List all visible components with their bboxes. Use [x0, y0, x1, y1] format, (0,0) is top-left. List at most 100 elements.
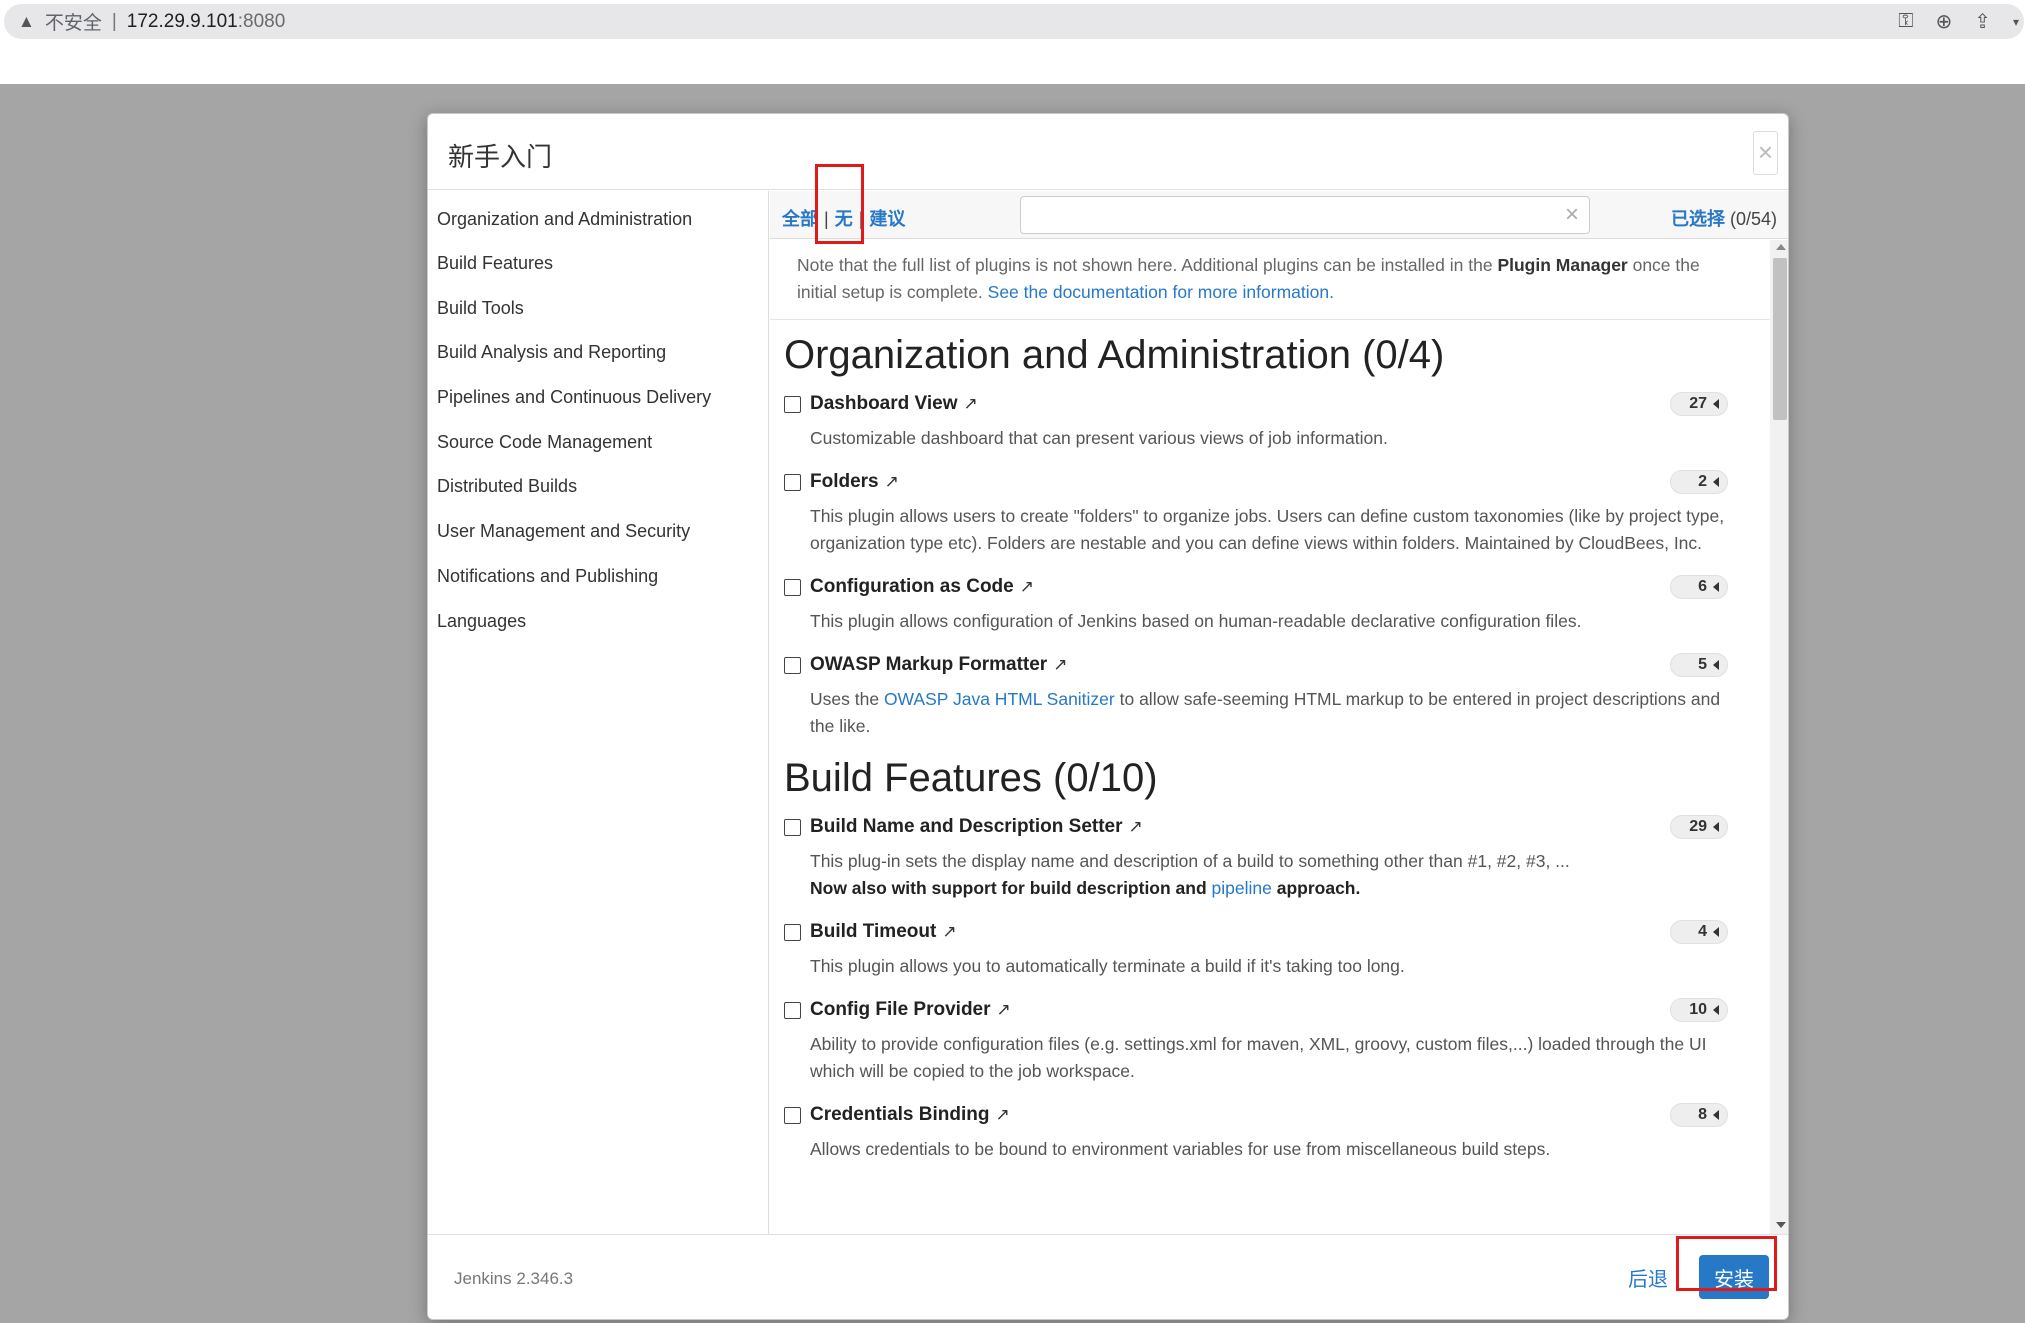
dependency-count: 6	[1698, 578, 1707, 595]
sidebar-item-build-analysis[interactable]: Build Analysis and Reporting	[428, 330, 768, 375]
getting-started-dialog: 新手入门 × Organization and Administration B…	[427, 113, 1789, 1320]
scroll-down-icon[interactable]	[1776, 1222, 1786, 1228]
sidebar-item-organization[interactable]: Organization and Administration	[428, 191, 768, 241]
sidebar-item-security[interactable]: User Management and Security	[428, 509, 768, 554]
external-link-icon[interactable]: ↗	[997, 1000, 1011, 1020]
plugin-item: Folders ↗ 2 This plugin allows users to …	[770, 468, 1770, 557]
plugin-checkbox[interactable]	[784, 395, 801, 413]
desc-text: This plug-in sets the display name and d…	[810, 851, 1570, 871]
share-icon[interactable]: ⇪	[1974, 9, 1991, 34]
selected-count[interactable]: 已选择 (0/54)	[1671, 205, 1777, 231]
select-suggested-link[interactable]: 建议	[869, 209, 905, 229]
sidebar-item-scm[interactable]: Source Code Management	[428, 420, 768, 465]
external-link-icon[interactable]: ↗	[963, 394, 977, 414]
external-link-icon[interactable]: ↗	[1053, 655, 1067, 675]
caret-left-icon	[1713, 660, 1719, 670]
select-all-link[interactable]: 全部	[782, 209, 818, 229]
external-link-icon[interactable]: ↗	[942, 922, 956, 942]
plugin-checkbox[interactable]	[784, 1001, 801, 1019]
plugin-description: Allows credentials to be bound to enviro…	[810, 1139, 1551, 1159]
plugin-checkbox[interactable]	[784, 578, 801, 596]
dependency-badge[interactable]: 6	[1670, 575, 1728, 599]
scroll-up-icon[interactable]	[1776, 244, 1786, 250]
note-text: Note that the full list of plugins is no…	[797, 255, 1498, 275]
plugin-checkbox[interactable]	[784, 818, 801, 836]
key-icon[interactable]: ⚿	[1898, 10, 1913, 33]
sidebar-item-pipelines[interactable]: Pipelines and Continuous Delivery	[428, 375, 768, 420]
external-link-icon[interactable]: ↗	[1129, 817, 1143, 837]
plugin-name[interactable]: Folders	[810, 471, 879, 493]
plugin-description: Customizable dashboard that can present …	[810, 428, 1388, 448]
close-button[interactable]: ×	[1753, 131, 1778, 175]
dependency-count: 10	[1689, 1001, 1707, 1018]
plugin-list-scrollbar[interactable]	[1770, 240, 1788, 1234]
plugin-description: Ability to provide configuration files (…	[810, 1034, 1707, 1081]
pipeline-link[interactable]: pipeline	[1212, 878, 1272, 898]
category-title: Build Features (0/10)	[784, 756, 1158, 800]
plugin-item: Config File Provider ↗ 10 Ability to pro…	[770, 996, 1770, 1085]
owasp-sanitizer-link[interactable]: OWASP Java HTML Sanitizer	[884, 689, 1115, 709]
documentation-link[interactable]: See the documentation for more informati…	[988, 282, 1334, 302]
dependency-badge[interactable]: 8	[1670, 1103, 1728, 1127]
back-button[interactable]: 后退	[1628, 1263, 1668, 1292]
address-port: :8080	[237, 10, 286, 32]
dialog-footer: Jenkins 2.346.3 后退 安装	[428, 1234, 1788, 1319]
sidebar-item-distributed[interactable]: Distributed Builds	[428, 464, 768, 509]
plugin-note: Note that the full list of plugins is no…	[770, 240, 1770, 320]
dependency-count: 5	[1698, 656, 1707, 673]
note-plugin-manager: Plugin Manager	[1497, 255, 1628, 275]
plugin-search-input[interactable]	[1021, 197, 1541, 233]
zoom-icon[interactable]: ⊕	[1935, 9, 1952, 34]
plugin-checkbox[interactable]	[784, 656, 801, 674]
plugin-name[interactable]: Credentials Binding	[810, 1104, 989, 1126]
plugin-name[interactable]: Build Name and Description Setter	[810, 816, 1123, 838]
external-link-icon[interactable]: ↗	[995, 1105, 1009, 1125]
sidebar-item-languages[interactable]: Languages	[428, 599, 768, 644]
selected-count-value: (0/54)	[1729, 209, 1777, 229]
dependency-badge[interactable]: 29	[1670, 815, 1728, 839]
address-field[interactable]: ▲ 不安全 | 172.29.9.101:8080	[4, 4, 2024, 39]
dependency-count: 27	[1689, 395, 1707, 412]
plugin-panel: 全部 | 无 | 建议 × 已选择 (0/54) Note that the full …	[770, 191, 1788, 1234]
address-host: 172.29.9.101	[126, 10, 238, 32]
plugin-item: Build Name and Description Setter ↗ 29 T…	[770, 813, 1770, 902]
plugin-name[interactable]: OWASP Markup Formatter	[810, 654, 1047, 676]
caret-left-icon	[1713, 1005, 1719, 1015]
desc-text: Uses the	[810, 689, 884, 709]
clear-search-icon[interactable]: ×	[1565, 201, 1579, 229]
browser-address-bar: ▲ 不安全 | 172.29.9.101:8080 ⚿ ⊕ ⇪ ▾	[0, 0, 2025, 42]
plugin-name[interactable]: Build Timeout	[810, 921, 936, 943]
chevron-down-icon[interactable]: ▾	[2013, 15, 2019, 29]
sidebar-item-notifications[interactable]: Notifications and Publishing	[428, 554, 768, 599]
dependency-badge[interactable]: 5	[1670, 653, 1728, 677]
dependency-count: 29	[1689, 818, 1707, 835]
dialog-header: 新手入门 ×	[428, 114, 1788, 190]
caret-left-icon	[1713, 1110, 1719, 1120]
caret-left-icon	[1713, 582, 1719, 592]
dependency-badge[interactable]: 2	[1670, 470, 1728, 494]
plugin-item: Build Timeout ↗ 4 This plugin allows you…	[770, 918, 1770, 980]
plugin-checkbox[interactable]	[784, 923, 801, 941]
dependency-badge[interactable]: 27	[1670, 392, 1728, 416]
plugin-description: Uses the OWASP Java HTML Sanitizer to al…	[784, 686, 1742, 740]
sidebar-item-build-features[interactable]: Build Features	[428, 241, 768, 286]
external-link-icon[interactable]: ↗	[885, 472, 899, 492]
plugin-name[interactable]: Configuration as Code	[810, 576, 1014, 598]
plugin-name[interactable]: Config File Provider	[810, 999, 991, 1021]
dialog-title: 新手入门	[448, 142, 553, 172]
dependency-badge[interactable]: 10	[1670, 998, 1728, 1022]
caret-left-icon	[1713, 477, 1719, 487]
category-title: Organization and Administration (0/4)	[784, 333, 1445, 377]
annotation-box-install	[1676, 1236, 1777, 1291]
dependency-badge[interactable]: 4	[1670, 920, 1728, 944]
sidebar-item-build-tools[interactable]: Build Tools	[428, 286, 768, 331]
scrollbar-thumb[interactable]	[1773, 258, 1787, 420]
plugin-checkbox[interactable]	[784, 1106, 801, 1124]
external-link-icon[interactable]: ↗	[1020, 577, 1034, 597]
address-bar-icons: ⚿ ⊕ ⇪ ▾	[1898, 4, 2025, 39]
plugin-toolbar: 全部 | 无 | 建议 × 已选择 (0/54)	[770, 191, 1788, 239]
plugin-checkbox[interactable]	[784, 473, 801, 491]
plugin-name[interactable]: Dashboard View	[810, 393, 957, 415]
desc-bold: Now also with support for build descript…	[810, 878, 1212, 898]
plugin-item: Dashboard View ↗ 27 Customizable dashboa…	[770, 390, 1770, 452]
